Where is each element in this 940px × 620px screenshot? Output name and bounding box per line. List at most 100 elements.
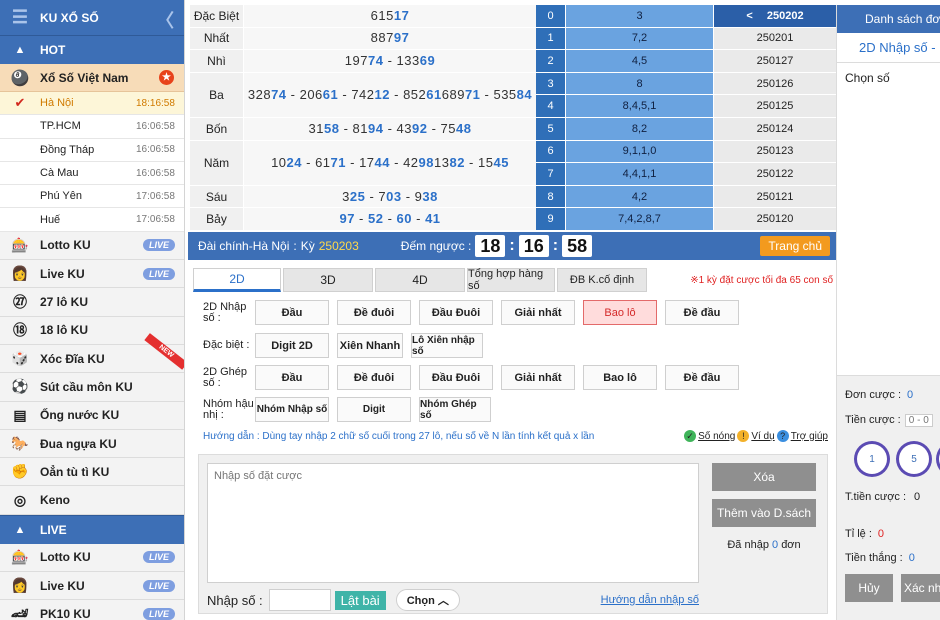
soccer-icon: ⚽ [11, 378, 29, 395]
bet-option-button[interactable]: Đề đầu [665, 300, 739, 325]
bet-option-button[interactable]: Nhóm Nhập số [255, 397, 329, 422]
game-item[interactable]: ▤ Ống nước KU [0, 401, 184, 430]
game-item[interactable]: 🎰 Lotto KU LIVE [0, 231, 184, 261]
bet-option-button[interactable]: Digit 2D [255, 333, 329, 358]
draw-number[interactable]: 250120 [714, 208, 836, 230]
bet-row: Đặc biệt : Digit 2D Xiên Nhanh Lô Xiên nhập… [203, 333, 491, 358]
city-item[interactable]: Phú Yên 17:06:58 [0, 185, 184, 209]
bet-slip-tab[interactable]: 2D Nhập số - B [837, 33, 940, 63]
bet-option-button[interactable]: Đầu [255, 300, 329, 325]
bet-option-button[interactable]: Digit [337, 397, 411, 422]
chon-label: Chọn [406, 595, 435, 607]
bet-option-button[interactable]: Nhóm Ghép số [419, 397, 491, 422]
home-button[interactable]: Trang chủ [760, 236, 830, 256]
number-last-two: 61 [322, 86, 339, 102]
draw-id: 250126 [756, 77, 794, 90]
live-game-item[interactable]: 🏎 PK10 KU LIVE [0, 600, 184, 620]
result-row: Bốn 3158 - 8194 - 4392 - 7548 [190, 117, 536, 141]
game-item[interactable]: ㉗ 27 lô KU [0, 288, 184, 317]
prize-line: 3158 - 8194 - 4392 - 7548 [309, 120, 472, 138]
draw-number[interactable]: 250121 [714, 185, 836, 208]
number-prefix: 7 [378, 188, 387, 204]
vi-du-link[interactable]: Ví dụ [751, 431, 774, 442]
example-icon: ! [737, 430, 750, 442]
number-prefix: 535 [493, 86, 517, 102]
tab-2d[interactable]: 2D [193, 268, 281, 292]
draw-number[interactable]: 250124 [714, 117, 836, 140]
live-badge: LIVE [142, 239, 175, 252]
draw-number[interactable]: 250122 [714, 163, 836, 185]
live-game-item[interactable]: 👩 Live KU LIVE [0, 572, 184, 601]
city-item[interactable]: Huế 17:06:58 [0, 208, 184, 232]
lat-bai-button[interactable]: Lật bài [334, 590, 386, 610]
confirm-button[interactable]: Xác nhận [901, 574, 940, 602]
game-item[interactable]: 🎲 Xóc Đĩa KU NEW [0, 333, 184, 374]
nhap-so-input[interactable] [268, 589, 331, 611]
collapse-arrow-icon[interactable]: 〈 [156, 7, 174, 33]
tail-digits: 7,2 [566, 27, 714, 50]
tro-giup-link[interactable]: Trợ giúp [791, 431, 828, 442]
bet-option-button[interactable]: Bao lô [583, 365, 657, 390]
tab-tong-hop[interactable]: Tổng hợp hàng số [467, 268, 555, 292]
bet-option-button[interactable]: Bao lô [583, 300, 657, 325]
prize-label: Sáu [190, 185, 244, 208]
draw-number[interactable]: 250126 [714, 72, 836, 95]
bet-option-button[interactable]: Đầu Đuôi [419, 365, 493, 390]
game-item[interactable]: ✊ Oẳn tù tì KU [0, 458, 184, 487]
bet-option-button[interactable]: Đầu [255, 365, 329, 390]
loto-row: 9 7,4,2,8,7 250120 [536, 208, 836, 231]
live-game-item[interactable]: 🎰 Lotto KU LIVE [0, 543, 184, 573]
clear-button[interactable]: Xóa [712, 463, 816, 491]
bet-option-button[interactable]: Đề đuôi [337, 300, 411, 325]
tail-digits: 9,1,1,0 [566, 140, 714, 163]
don-cuoc-value: 0 [907, 389, 914, 401]
chip-5[interactable]: 5 [899, 444, 929, 474]
bet-option-button[interactable]: Xiên Nhanh [337, 333, 403, 358]
xo-so-viet-nam-label: Xổ Số Việt Nam [40, 70, 129, 85]
city-item[interactable]: ✔ Hà Nội 18:16:58 [0, 92, 184, 116]
bet-option-button[interactable]: Giải nhất [501, 365, 575, 390]
add-to-list-button[interactable]: Thêm vào D.sách [712, 499, 816, 527]
game-item[interactable]: 🐎 Đua ngựa KU [0, 429, 184, 459]
game-item[interactable]: 👩 Live KU LIVE [0, 260, 184, 289]
bet-option-button[interactable]: Đề đầu [665, 365, 739, 390]
bet-option-button[interactable]: Đề đuôi [337, 365, 411, 390]
number-last-two: 82 [449, 154, 465, 170]
live-badge: LIVE [142, 607, 175, 620]
tien-cuoc-input[interactable]: 0 - 0 [904, 414, 933, 427]
head-digit: 7 [536, 163, 566, 185]
bet-option-button[interactable]: Đầu Đuôi [419, 300, 493, 325]
tile-label: Tỉ lệ : [845, 528, 872, 540]
bet-option-button[interactable]: Giải nhất [501, 300, 575, 325]
tab-3d[interactable]: 3D [283, 268, 373, 292]
tab-db-ko-dinh[interactable]: ĐB K.cố định [557, 268, 647, 292]
draw-number[interactable]: 250125 [714, 95, 836, 117]
so-nong-link[interactable]: Số nóng [698, 431, 735, 442]
cancel-button[interactable]: Hủy [845, 574, 893, 602]
draw-number[interactable]: 250201 [714, 27, 836, 50]
city-item[interactable]: Cà Mau 16:06:58 [0, 162, 184, 186]
chon-dropdown[interactable]: Chọn ︿ [395, 589, 460, 611]
prev-arrow-icon[interactable]: < [746, 10, 752, 22]
draw-number[interactable]: <250202 [714, 5, 836, 27]
number-last-two: 97 [393, 30, 410, 46]
city-item[interactable]: TP.HCM 16:06:58 [0, 115, 184, 139]
hamburger-menu-icon[interactable]: ☰ [0, 7, 40, 28]
number-prefix: 852 [403, 86, 427, 102]
draw-number[interactable]: 250127 [714, 50, 836, 72]
bet-number-textarea[interactable] [207, 463, 699, 583]
draw-number[interactable]: 250123 [714, 140, 836, 163]
live-section-header[interactable]: ▲ LIVE [0, 514, 184, 544]
number-prefix: 75 [440, 120, 456, 136]
bet-option-button[interactable]: Lô Xiên nhập số [411, 333, 483, 358]
tab-4d[interactable]: 4D [375, 268, 465, 292]
xo-so-viet-nam-item[interactable]: 🎱 Xổ Số Việt Nam ★ [0, 64, 184, 92]
game-item[interactable]: ⚽ Sút cầu môn KU [0, 373, 184, 402]
game-item[interactable]: ◎ Keno [0, 486, 184, 515]
hot-section-header[interactable]: ▲ HOT [0, 35, 184, 64]
separator: - [464, 154, 478, 170]
input-guide-link[interactable]: Hướng dẫn nhập số [601, 594, 699, 606]
chip-1[interactable]: 1 [857, 444, 887, 474]
number-prefix: 742 [351, 86, 375, 102]
city-item[interactable]: Đồng Tháp 16:06:58 [0, 139, 184, 162]
